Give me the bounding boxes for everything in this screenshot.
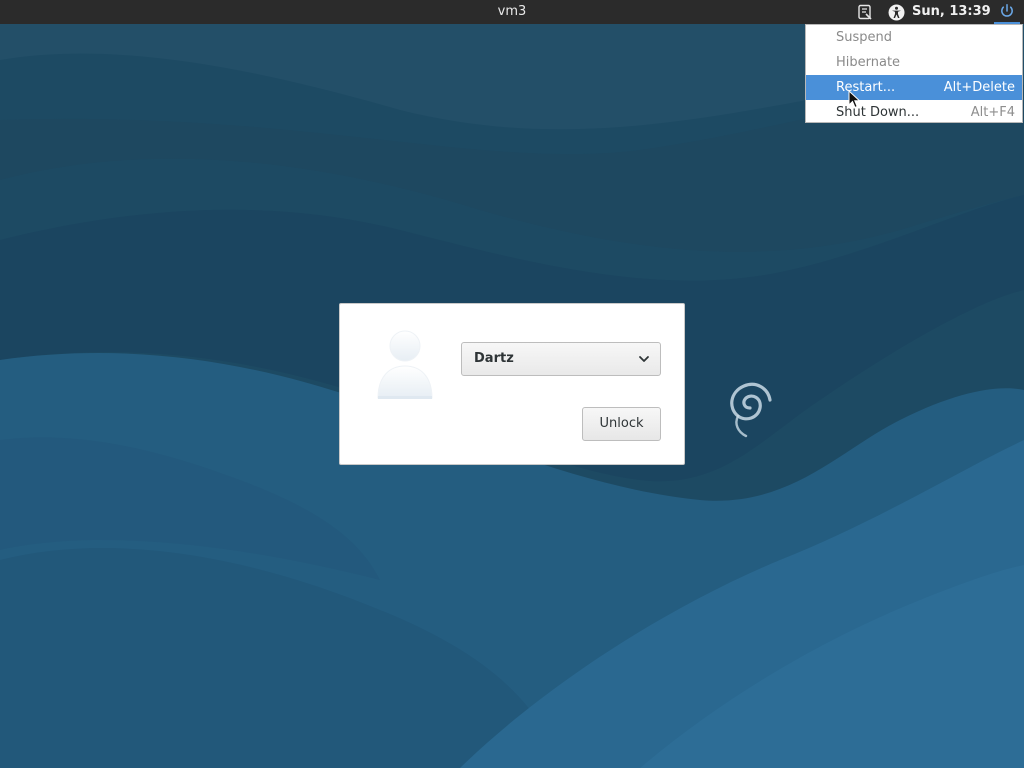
menu-item-hibernate[interactable]: Hibernate xyxy=(806,50,1022,75)
menu-item-label: Suspend xyxy=(836,30,893,45)
accessibility-menu[interactable] xyxy=(886,0,906,24)
menu-item-accelerator: Alt+Delete xyxy=(943,80,1015,95)
menu-item-suspend[interactable]: Suspend xyxy=(806,25,1022,50)
menu-item-accelerator: Alt+F4 xyxy=(970,105,1015,120)
menu-item-label: Restart... xyxy=(836,80,896,95)
user-select-dropdown[interactable]: Dartz xyxy=(461,342,661,376)
desktop-screen: vm3 Sun, 13:39 Suspend Hibernate Restart… xyxy=(0,0,1024,768)
menu-item-shutdown[interactable]: Shut Down... Alt+F4 xyxy=(806,100,1022,125)
power-icon xyxy=(1001,4,1013,17)
top-panel: vm3 Sun, 13:39 xyxy=(0,0,1024,24)
clock[interactable]: Sun, 13:39 xyxy=(912,0,991,24)
unlock-dialog: Dartz Unlock xyxy=(339,303,685,465)
power-menu-button[interactable] xyxy=(994,0,1020,24)
user-select-value: Dartz xyxy=(474,351,514,366)
user-avatar-icon xyxy=(377,330,433,399)
debian-swirl-logo xyxy=(730,382,772,438)
unlock-button[interactable]: Unlock xyxy=(582,407,661,441)
power-menu: Suspend Hibernate Restart... Alt+Delete … xyxy=(805,24,1023,123)
accessibility-icon xyxy=(888,4,904,20)
keyboard-layout-indicator[interactable] xyxy=(855,0,875,24)
keyboard-layout-icon xyxy=(858,4,872,20)
menu-item-label: Hibernate xyxy=(836,55,901,70)
chevron-down-icon xyxy=(639,356,649,362)
mouse-pointer-icon xyxy=(848,90,861,109)
menu-item-restart[interactable]: Restart... Alt+Delete xyxy=(806,75,1022,100)
